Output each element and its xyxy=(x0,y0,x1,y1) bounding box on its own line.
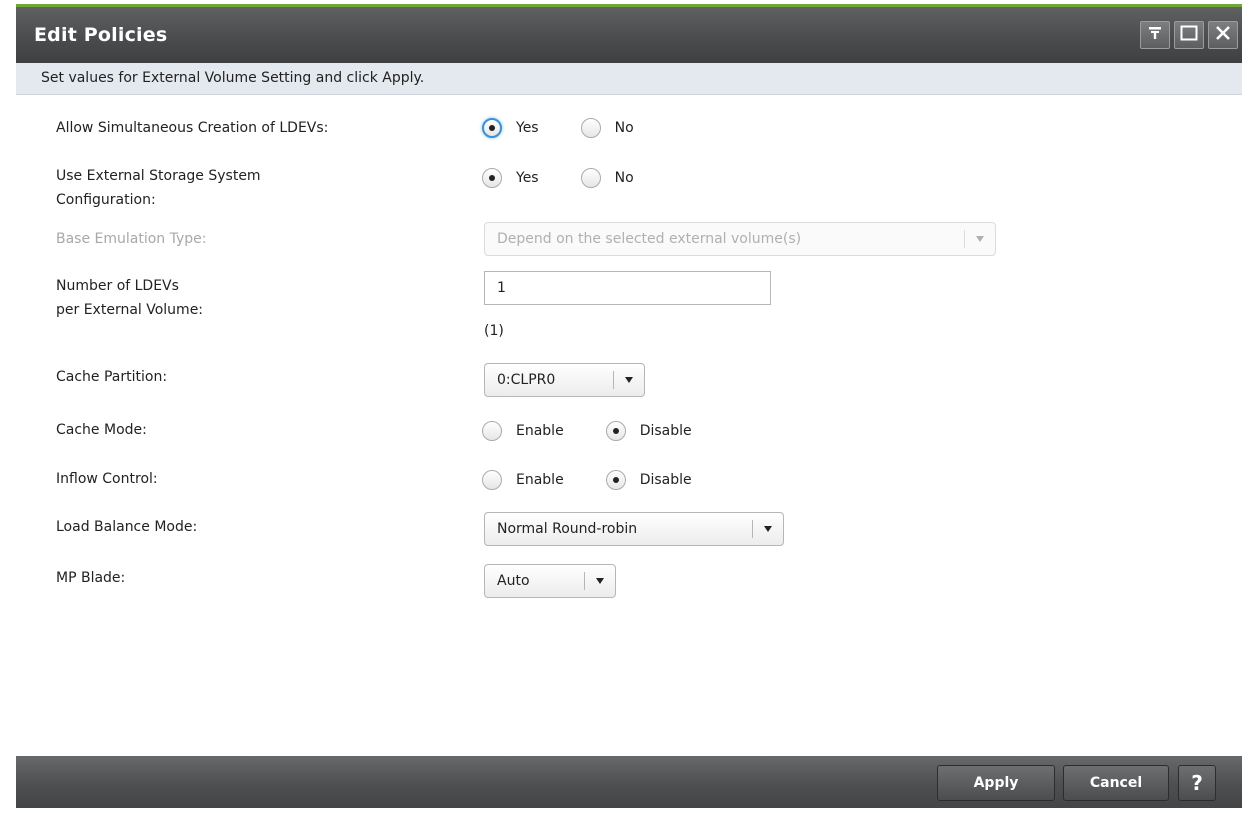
close-icon xyxy=(1215,25,1231,45)
simultaneous-no-radio[interactable] xyxy=(580,118,601,138)
chevron-down-icon xyxy=(965,235,995,243)
cache-partition-select[interactable]: 0:CLPR0 xyxy=(484,363,645,397)
simultaneous-yes-option[interactable]: Yes xyxy=(482,118,539,138)
chevron-down-icon xyxy=(614,376,644,384)
mp-blade-value: Auto xyxy=(497,573,530,589)
window-controls xyxy=(1140,21,1238,49)
ldev-count-input[interactable]: 1 xyxy=(484,271,771,305)
simultaneous-yes-label: Yes xyxy=(516,120,539,136)
simultaneous-creation-label: Allow Simultaneous Creation of LDEVs: xyxy=(56,120,329,136)
help-button[interactable]: ? xyxy=(1178,765,1216,801)
inflow-control-enable-label: Enable xyxy=(516,472,564,488)
simultaneous-no-option[interactable]: No xyxy=(580,118,634,138)
inflow-control-label: Inflow Control: xyxy=(56,471,158,487)
cache-partition-label: Cache Partition: xyxy=(56,369,168,385)
ldev-count-label-line2: per External Volume: xyxy=(56,302,204,318)
simultaneous-creation-radio-group: Yes No xyxy=(482,118,676,138)
cache-mode-enable-option[interactable]: Enable xyxy=(482,421,564,441)
cache-mode-disable-radio[interactable] xyxy=(605,421,626,441)
cache-mode-enable-radio[interactable] xyxy=(482,421,502,441)
load-balance-select[interactable]: Normal Round-robin xyxy=(484,512,784,546)
cache-mode-enable-label: Enable xyxy=(516,423,564,439)
simultaneous-no-label: No xyxy=(614,120,634,136)
external-config-label-line2: Configuration: xyxy=(56,192,156,208)
inflow-control-radio-group: Enable Disable xyxy=(482,470,734,490)
close-button[interactable] xyxy=(1208,21,1238,49)
apply-button[interactable]: Apply xyxy=(937,765,1055,801)
external-config-label-line1: Use External Storage System xyxy=(56,168,261,184)
title-bar[interactable]: Edit Policies xyxy=(16,4,1242,63)
cache-mode-label: Cache Mode: xyxy=(56,422,147,438)
maximize-icon xyxy=(1180,25,1198,45)
pin-icon xyxy=(1147,25,1163,45)
cache-mode-disable-label: Disable xyxy=(639,423,692,439)
dialog-footer: Apply Cancel ? xyxy=(16,756,1242,808)
inflow-control-enable-radio[interactable] xyxy=(482,470,502,490)
chevron-down-icon xyxy=(585,577,615,585)
ldev-count-label-line1: Number of LDEVs xyxy=(56,278,179,294)
mp-blade-label: MP Blade: xyxy=(56,570,126,586)
cache-mode-disable-option[interactable]: Disable xyxy=(605,421,692,441)
edit-policies-dialog: Edit Policies Set values for External Vo… xyxy=(0,0,1250,813)
external-config-yes-radio[interactable] xyxy=(482,168,502,188)
external-config-radio-group: Yes No xyxy=(482,168,676,188)
policy-form: Allow Simultaneous Creation of LDEVs: Ye… xyxy=(16,95,1242,755)
external-config-no-radio[interactable] xyxy=(580,168,601,188)
cache-mode-radio-group: Enable Disable xyxy=(482,421,734,441)
external-config-no-option[interactable]: No xyxy=(580,168,634,188)
instruction-text: Set values for External Volume Setting a… xyxy=(41,70,425,86)
base-emulation-value: Depend on the selected external volume(s… xyxy=(497,231,802,247)
pin-button[interactable] xyxy=(1140,21,1170,49)
inflow-control-disable-option[interactable]: Disable xyxy=(605,470,692,490)
external-config-yes-option[interactable]: Yes xyxy=(482,168,539,188)
base-emulation-select: Depend on the selected external volume(s… xyxy=(484,222,996,256)
cache-partition-value: 0:CLPR0 xyxy=(497,372,556,388)
maximize-button[interactable] xyxy=(1174,21,1204,49)
inflow-control-disable-radio[interactable] xyxy=(605,470,626,490)
cancel-button[interactable]: Cancel xyxy=(1063,765,1169,801)
load-balance-label: Load Balance Mode: xyxy=(56,519,198,535)
inflow-control-enable-option[interactable]: Enable xyxy=(482,470,564,490)
ldev-count-hint: (1) xyxy=(484,323,504,339)
simultaneous-yes-radio[interactable] xyxy=(482,118,502,138)
base-emulation-label: Base Emulation Type: xyxy=(56,231,207,247)
dialog-title: Edit Policies xyxy=(34,24,168,46)
chevron-down-icon xyxy=(753,525,783,533)
mp-blade-select[interactable]: Auto xyxy=(484,564,616,598)
external-config-yes-label: Yes xyxy=(516,170,539,186)
instruction-bar: Set values for External Volume Setting a… xyxy=(16,63,1242,95)
inflow-control-disable-label: Disable xyxy=(639,472,692,488)
load-balance-value: Normal Round-robin xyxy=(497,521,638,537)
external-config-no-label: No xyxy=(614,170,634,186)
